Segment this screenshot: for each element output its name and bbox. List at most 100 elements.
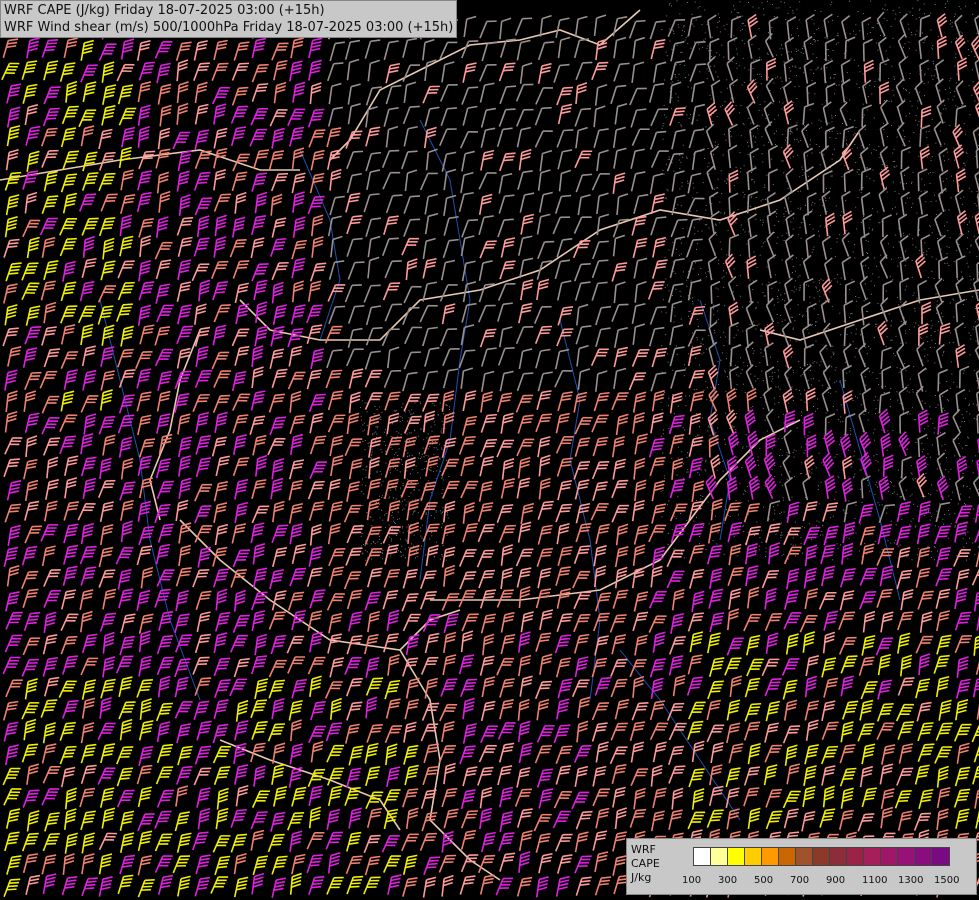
cape-speckle — [774, 403, 776, 405]
cape-speckle — [916, 212, 918, 214]
cape-speckle — [695, 436, 697, 437]
cape-speckle — [843, 510, 845, 512]
cape-speckle — [704, 272, 706, 274]
cape-speckle — [854, 450, 855, 452]
cape-speckle — [785, 365, 787, 367]
cape-speckle — [873, 148, 875, 150]
cape-speckle — [771, 380, 773, 382]
cape-speckle — [432, 441, 433, 443]
cape-speckle — [724, 101, 726, 103]
cape-speckle — [816, 503, 818, 505]
cape-speckle — [821, 462, 823, 464]
cape-speckle — [447, 517, 449, 519]
cape-speckle — [783, 213, 785, 215]
cape-speckle — [664, 392, 666, 394]
cape-speckle — [667, 353, 668, 355]
cape-speckle — [845, 361, 847, 363]
cape-speckle — [909, 73, 911, 75]
cape-speckle — [850, 433, 852, 435]
cape-speckle — [738, 65, 740, 67]
cape-speckle — [935, 407, 937, 408]
cape-speckle — [726, 23, 728, 25]
cape-speckle — [717, 427, 719, 429]
cape-speckle — [762, 355, 764, 357]
cape-speckle — [934, 194, 935, 196]
cape-speckle — [672, 241, 674, 243]
cape-speckle — [779, 282, 781, 284]
cape-speckle — [946, 381, 948, 382]
cape-speckle — [930, 550, 932, 552]
cape-speckle — [866, 553, 868, 555]
cape-speckle — [385, 512, 387, 514]
cape-speckle — [701, 47, 703, 48]
cape-speckle — [744, 261, 746, 263]
cape-speckle — [761, 224, 763, 226]
cape-speckle — [695, 500, 697, 501]
cape-speckle — [919, 229, 920, 231]
cape-speckle — [772, 378, 774, 380]
cape-speckle — [781, 555, 783, 557]
cape-speckle — [967, 436, 969, 438]
cape-speckle — [942, 395, 944, 397]
cape-speckle — [439, 458, 441, 460]
cape-speckle — [765, 547, 767, 549]
cape-speckle — [697, 299, 699, 301]
cape-speckle — [948, 158, 950, 160]
cape-speckle — [906, 390, 908, 392]
cape-speckle — [858, 458, 860, 460]
cape-speckle — [836, 238, 838, 239]
cape-speckle — [740, 135, 742, 137]
cape-speckle — [911, 182, 912, 184]
cape-speckle — [855, 296, 857, 297]
cape-speckle — [933, 278, 935, 279]
cape-speckle — [883, 122, 884, 124]
cape-speckle — [876, 265, 878, 267]
cape-speckle — [827, 327, 829, 329]
cape-speckle — [942, 180, 944, 182]
cape-speckle — [386, 434, 387, 436]
cape-speckle — [777, 76, 778, 78]
cape-speckle — [753, 181, 755, 183]
cape-speckle — [967, 40, 969, 42]
cape-speckle — [801, 258, 803, 260]
cape-speckle — [674, 515, 676, 517]
cape-speckle — [820, 214, 821, 216]
cape-speckle — [791, 258, 793, 260]
cape-speckle — [364, 545, 366, 547]
cape-speckle — [903, 46, 904, 48]
cape-speckle — [858, 173, 860, 175]
cape-speckle — [813, 308, 815, 310]
cape-speckle — [832, 19, 834, 21]
cape-speckle — [897, 257, 899, 259]
cape-speckle — [739, 295, 741, 297]
cape-speckle — [944, 449, 946, 451]
cape-speckle — [765, 118, 767, 119]
cape-speckle — [749, 324, 751, 326]
cape-speckle — [924, 355, 926, 357]
cape-speckle — [893, 491, 895, 493]
cape-speckle — [446, 514, 448, 516]
cape-speckle — [680, 513, 681, 514]
cape-speckle — [411, 454, 413, 456]
cape-speckle — [381, 497, 383, 498]
cape-speckle — [715, 71, 717, 73]
cape-speckle — [400, 551, 402, 552]
cape-speckle — [760, 83, 762, 85]
cape-speckle — [814, 361, 816, 363]
cape-speckle — [926, 137, 928, 139]
cape-speckle — [960, 8, 962, 10]
cape-speckle — [680, 242, 682, 244]
cape-speckle — [766, 284, 768, 286]
cape-speckle — [894, 206, 896, 208]
cape-speckle — [764, 241, 766, 243]
cape-speckle — [437, 449, 439, 451]
cape-speckle — [878, 469, 880, 471]
cape-speckle — [729, 427, 731, 429]
cape-speckle — [846, 72, 848, 73]
cape-speckle — [862, 73, 864, 75]
cape-speckle — [765, 198, 766, 200]
cape-speckle — [787, 377, 789, 379]
cape-speckle — [818, 280, 820, 282]
cape-speckle — [970, 334, 972, 336]
cape-speckle — [976, 190, 978, 192]
